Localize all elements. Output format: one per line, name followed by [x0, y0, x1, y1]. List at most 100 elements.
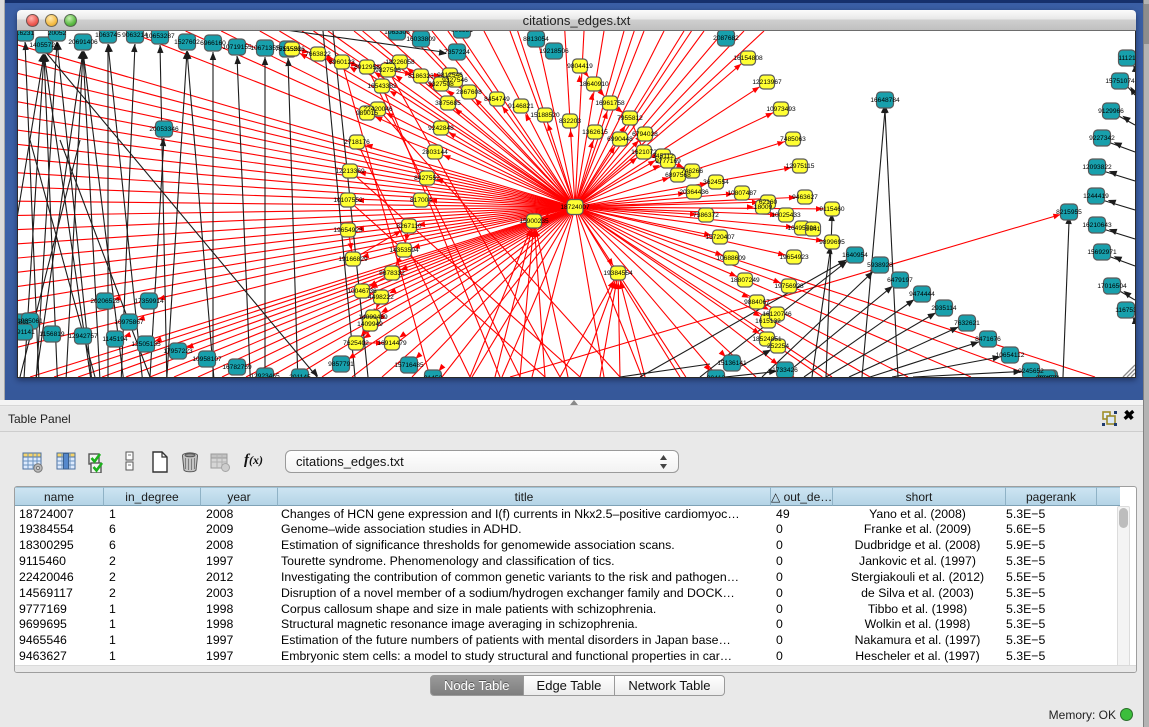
svg-text:12093822: 12093822: [1082, 164, 1112, 171]
svg-text:391141: 391141: [18, 329, 35, 336]
svg-text:20052: 20052: [48, 31, 67, 37]
svg-text:7357224: 7357224: [444, 49, 470, 56]
svg-text:906331: 906331: [451, 31, 473, 34]
svg-text:19384554: 19384554: [603, 270, 633, 277]
svg-text:20364436: 20364436: [679, 189, 709, 196]
svg-text:20053346: 20053346: [149, 126, 179, 133]
svg-text:19218506: 19218506: [539, 48, 569, 55]
svg-text:9641: 9641: [806, 226, 821, 233]
svg-text:14353594: 14353594: [389, 247, 419, 254]
svg-text:8471676: 8471676: [975, 336, 1001, 343]
svg-text:12942757: 12942757: [68, 333, 98, 340]
svg-text:2935114: 2935114: [931, 305, 957, 312]
svg-text:14055724: 14055724: [29, 42, 59, 49]
svg-text:817004: 817004: [410, 197, 432, 204]
svg-text:9063214: 9063214: [122, 32, 148, 39]
svg-text:9777169: 9777169: [655, 158, 681, 165]
svg-text:15692971: 15692971: [1087, 249, 1117, 256]
svg-text:2803144: 2803144: [422, 149, 448, 156]
svg-text:15720407: 15720407: [705, 234, 735, 241]
svg-text:7955812: 7955812: [617, 115, 643, 122]
svg-text:16120746: 16120746: [762, 311, 792, 318]
svg-text:5938928: 5938928: [867, 262, 893, 269]
svg-text:832203: 832203: [559, 118, 581, 125]
svg-text:12213967: 12213967: [752, 79, 782, 86]
svg-text:10975867: 10975867: [114, 319, 144, 326]
svg-text:8427552: 8427552: [414, 175, 440, 182]
svg-text:1244419: 1244419: [1083, 193, 1109, 200]
svg-text:6897568: 6897568: [665, 172, 691, 179]
svg-text:6794028: 6794028: [632, 131, 658, 138]
svg-text:989015: 989015: [356, 110, 378, 117]
svg-text:8186323: 8186323: [408, 73, 434, 80]
svg-text:16961758: 16961758: [595, 100, 625, 107]
svg-text:116753: 116753: [1115, 307, 1135, 314]
svg-text:892450: 892450: [1036, 375, 1058, 377]
svg-text:12213369: 12213369: [335, 168, 365, 175]
svg-text:9129966: 9129966: [1098, 108, 1124, 115]
svg-text:91452: 91452: [424, 375, 443, 377]
svg-text:1640954: 1640954: [842, 252, 868, 259]
svg-text:16648784: 16648784: [870, 97, 900, 104]
svg-text:19654923: 19654923: [333, 227, 363, 234]
svg-text:10807487: 10807487: [727, 190, 757, 197]
svg-text:9327508: 9327508: [428, 81, 454, 88]
svg-text:16154808: 16154808: [733, 55, 763, 62]
svg-text:1527602: 1527602: [174, 39, 200, 46]
svg-text:9474444: 9474444: [909, 291, 935, 298]
svg-text:10653287: 10653287: [145, 33, 175, 40]
svg-text:10654112: 10654112: [996, 352, 1025, 359]
svg-text:1733426: 1733426: [772, 367, 798, 374]
svg-text:19166829: 19166829: [338, 256, 368, 263]
svg-text:3624554: 3624554: [703, 179, 729, 186]
svg-text:1156819: 1156819: [39, 331, 65, 338]
svg-text:9884067: 9884067: [744, 299, 770, 306]
svg-text:1985061: 1985061: [18, 318, 43, 325]
svg-text:9115460: 9115460: [819, 206, 845, 213]
svg-text:18226058: 18226058: [385, 59, 415, 66]
svg-text:18640910: 18640910: [579, 81, 609, 88]
svg-text:8215955: 8215955: [1056, 209, 1082, 216]
svg-text:7632621: 7632621: [954, 320, 980, 327]
svg-text:18009: 18009: [754, 204, 773, 211]
svg-text:16782759: 16782759: [222, 364, 252, 371]
svg-text:8813054: 8813054: [523, 36, 549, 43]
svg-text:10107552: 10107552: [333, 197, 363, 204]
svg-text:10958107: 10958107: [192, 356, 222, 363]
svg-text:1615132: 1615132: [755, 318, 781, 325]
svg-text:17016504: 17016504: [1097, 283, 1127, 290]
svg-text:9463627: 9463627: [792, 194, 818, 201]
svg-text:201145: 201145: [289, 374, 311, 377]
svg-text:9146821: 9146821: [508, 103, 534, 110]
svg-text:10973493: 10973493: [766, 106, 796, 113]
svg-text:8454749: 8454749: [484, 96, 510, 103]
svg-text:9245652: 9245652: [1018, 368, 1044, 375]
svg-text:7485063: 7485063: [780, 136, 806, 143]
svg-text:15188520: 15188520: [530, 112, 560, 119]
svg-text:12923465: 12923465: [250, 373, 280, 377]
svg-text:15136141: 15136141: [717, 360, 747, 367]
svg-text:17359914: 17359914: [134, 298, 164, 305]
svg-text:17957223: 17957223: [163, 348, 193, 355]
svg-text:9827506: 9827506: [375, 67, 401, 74]
svg-text:10719155: 10719155: [222, 44, 252, 51]
svg-text:7515526: 7515526: [279, 46, 305, 53]
svg-text:18724007: 18724007: [560, 204, 590, 211]
svg-text:16033809: 16033809: [406, 36, 436, 43]
svg-text:8960123: 8960123: [329, 59, 355, 66]
svg-text:9242848: 9242848: [428, 125, 454, 132]
svg-text:90412: 90412: [707, 375, 726, 377]
svg-text:10688609: 10688609: [716, 255, 746, 262]
svg-text:16231: 16231: [18, 31, 34, 37]
svg-text:20691406: 20691406: [68, 39, 98, 46]
svg-text:7386372: 7386372: [693, 212, 719, 219]
svg-text:19756928: 19756928: [774, 283, 804, 290]
svg-text:15716485: 15716485: [394, 362, 424, 369]
svg-text:9857791: 9857791: [328, 361, 354, 368]
svg-text:12505135: 12505135: [131, 341, 161, 348]
svg-text:11121: 11121: [1118, 55, 1135, 62]
svg-text:6479197: 6479197: [887, 277, 913, 284]
svg-text:14099489: 14099489: [358, 314, 388, 321]
svg-text:8267110: 8267110: [396, 223, 422, 230]
svg-text:2718176: 2718176: [344, 139, 370, 146]
